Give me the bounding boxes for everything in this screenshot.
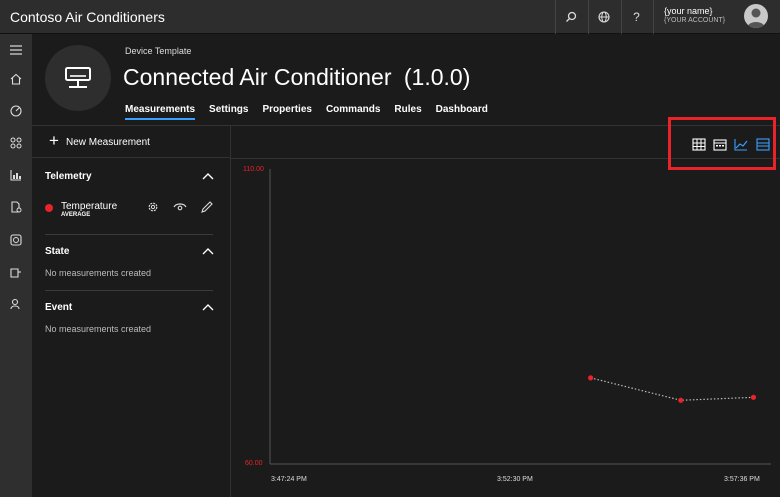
page-header: Device Template Connected Air Conditione… bbox=[32, 34, 780, 126]
state-section-title: State bbox=[45, 246, 70, 257]
template-name[interactable]: Connected Air Conditioner bbox=[123, 64, 392, 90]
telemetry-item-label: Temperature bbox=[61, 201, 118, 212]
dashboard-gauge-icon[interactable] bbox=[8, 103, 24, 119]
x-tick-label: 3:57:36 PM bbox=[724, 476, 760, 483]
tab-bar: Measurements Settings Properties Command… bbox=[125, 104, 502, 120]
help-button[interactable]: ? bbox=[621, 0, 651, 34]
data-point[interactable] bbox=[588, 375, 594, 381]
x-tick-label: 3:52:30 PM bbox=[497, 476, 533, 483]
page-title: Connected Air Conditioner (1.0.0) bbox=[123, 64, 470, 91]
tab-measurements[interactable]: Measurements bbox=[125, 104, 196, 120]
section-divider bbox=[45, 290, 213, 291]
avatar[interactable] bbox=[744, 4, 768, 28]
user-account[interactable]: {YOUR ACCOUNT} bbox=[664, 17, 725, 24]
new-measurement-label: New Measurement bbox=[66, 137, 150, 148]
tab-properties[interactable]: Properties bbox=[262, 104, 311, 119]
section-divider bbox=[45, 234, 213, 235]
measurements-panel: + New Measurement Telemetry Temperature … bbox=[32, 126, 231, 497]
event-empty-text: No measurements created bbox=[45, 324, 152, 334]
tab-settings[interactable]: Settings bbox=[209, 104, 248, 119]
device-sets-icon[interactable] bbox=[8, 232, 24, 248]
user-name[interactable]: {your name} bbox=[664, 6, 713, 16]
data-point[interactable] bbox=[678, 397, 684, 403]
globe-icon bbox=[597, 11, 610, 23]
divider bbox=[653, 0, 654, 34]
language-button[interactable] bbox=[588, 0, 618, 34]
y-tick-label: 110.00 bbox=[243, 166, 264, 173]
breadcrumb: Device Template bbox=[125, 46, 192, 56]
line-chart bbox=[269, 169, 771, 465]
help-icon: ? bbox=[633, 10, 640, 24]
telemetry-item-aggregation: AVERAGE bbox=[61, 212, 91, 218]
chevron-up-icon[interactable] bbox=[202, 303, 214, 311]
tab-dashboard[interactable]: Dashboard bbox=[436, 104, 488, 119]
y-tick-label: 60.00 bbox=[245, 460, 263, 467]
series-line bbox=[590, 377, 754, 401]
administration-icon[interactable] bbox=[8, 296, 24, 312]
home-icon[interactable] bbox=[8, 71, 24, 87]
analytics-icon[interactable] bbox=[8, 167, 24, 183]
air-conditioner-icon bbox=[65, 67, 91, 88]
edit-pencil-icon[interactable] bbox=[200, 200, 214, 214]
chevron-up-icon[interactable] bbox=[202, 172, 214, 180]
tab-rules[interactable]: Rules bbox=[394, 104, 421, 119]
template-version: (1.0.0) bbox=[403, 64, 471, 90]
search-icon bbox=[565, 11, 576, 22]
new-measurement-button[interactable]: + New Measurement bbox=[32, 126, 230, 158]
devices-icon[interactable] bbox=[8, 135, 24, 151]
series-color-dot bbox=[45, 204, 53, 212]
gear-icon[interactable] bbox=[146, 200, 160, 214]
x-tick-label: 3:47:24 PM bbox=[271, 476, 307, 483]
data-point[interactable] bbox=[750, 394, 757, 400]
eye-icon[interactable] bbox=[173, 200, 187, 214]
top-bar: Contoso Air Conditioners ? {your name} {… bbox=[0, 0, 780, 34]
app-title: Contoso Air Conditioners bbox=[10, 9, 165, 25]
state-empty-text: No measurements created bbox=[45, 268, 152, 278]
plus-icon: + bbox=[49, 131, 59, 150]
left-nav bbox=[0, 34, 32, 497]
device-image[interactable] bbox=[45, 45, 111, 111]
tab-commands[interactable]: Commands bbox=[326, 104, 380, 119]
device-template-icon[interactable] bbox=[8, 199, 24, 215]
telemetry-section-title: Telemetry bbox=[45, 171, 92, 182]
event-section-title: Event bbox=[45, 302, 73, 313]
person-icon bbox=[747, 8, 765, 28]
chevron-up-icon[interactable] bbox=[202, 247, 214, 255]
hamburger-menu-icon[interactable] bbox=[8, 42, 24, 58]
jobs-icon[interactable] bbox=[8, 264, 24, 280]
search-button[interactable] bbox=[555, 0, 585, 34]
